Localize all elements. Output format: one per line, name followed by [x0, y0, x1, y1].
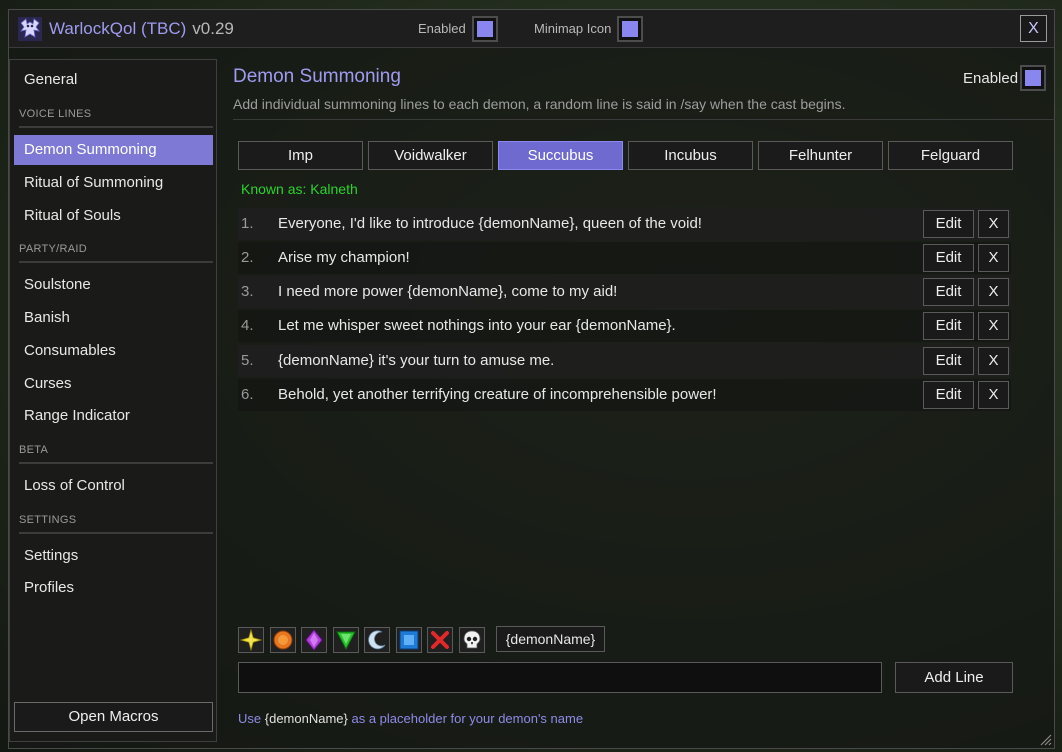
page-description: Add individual summoning lines to each d… — [233, 96, 846, 112]
sidebar-item-range-indicator[interactable]: Range Indicator — [14, 401, 213, 431]
demon-summoning-enabled-checkbox[interactable] — [1020, 65, 1046, 91]
delete-line-button[interactable]: X — [978, 278, 1009, 306]
line-text: Arise my champion! — [278, 249, 410, 266]
page-title: Demon Summoning — [233, 66, 401, 87]
delete-line-button[interactable]: X — [978, 244, 1009, 272]
open-macros-button[interactable]: Open Macros — [14, 702, 213, 732]
resize-grip-icon[interactable] — [1038, 732, 1052, 746]
title-bar[interactable]: WarlockQol (TBC) v0.29 Enabled Minimap Ic… — [9, 10, 1054, 48]
sidebar-item-ritual-of-souls[interactable]: Ritual of Souls — [14, 201, 213, 231]
edit-line-button[interactable]: Edit — [923, 278, 974, 306]
edit-line-button[interactable]: Edit — [923, 244, 974, 272]
sidebar-item-general[interactable]: General — [14, 65, 213, 95]
warlock-logo-icon — [18, 17, 42, 41]
sidebar-item-demon-summoning[interactable]: Demon Summoning — [14, 135, 213, 165]
sidebar: General VOICE LINES Demon Summoning Ritu… — [9, 59, 217, 742]
app-version: v0.29 — [192, 19, 234, 38]
square-icon — [399, 630, 419, 650]
line-text: I need more power {demonName}, come to m… — [278, 283, 618, 300]
sidebar-item-banish[interactable]: Banish — [14, 303, 213, 333]
hint-suffix: as a placeholder for your demon's name — [351, 711, 584, 726]
sidebar-section-settings: SETTINGS — [19, 514, 213, 534]
line-number: 1. — [241, 215, 254, 232]
delete-line-button[interactable]: X — [978, 312, 1009, 340]
addon-window: WarlockQol (TBC) v0.29 Enabled Minimap Ic… — [8, 9, 1055, 749]
line-number: 5. — [241, 352, 254, 369]
tab-voidwalker[interactable]: Voidwalker — [368, 141, 493, 170]
raid-circle-button[interactable] — [270, 627, 296, 653]
star-icon — [240, 629, 262, 651]
hint-placeholder: {demonName} — [264, 711, 348, 726]
minimap-icon-label: Minimap Icon — [534, 21, 612, 36]
raid-moon-button[interactable] — [364, 627, 390, 653]
sidebar-item-ritual-of-summoning[interactable]: Ritual of Summoning — [14, 168, 213, 198]
line-text: {demonName} it's your turn to amuse me. — [278, 352, 555, 369]
raid-diamond-button[interactable] — [301, 627, 327, 653]
skull-icon — [463, 630, 481, 649]
delete-line-button[interactable]: X — [978, 347, 1009, 375]
sidebar-item-curses[interactable]: Curses — [14, 369, 213, 399]
voice-line-row: 3. I need more power {demonName}, come t… — [238, 276, 1011, 308]
raid-cross-button[interactable] — [427, 627, 453, 653]
demon-summoning-enabled-label: Enabled — [963, 70, 1019, 87]
delete-line-button[interactable]: X — [978, 210, 1009, 238]
tab-felhunter[interactable]: Felhunter — [758, 141, 883, 170]
line-text: Let me whisper sweet nothings into your … — [278, 317, 676, 334]
voice-line-row: 5. {demonName} it's your turn to amuse m… — [238, 345, 1011, 377]
edit-line-button[interactable]: Edit — [923, 347, 974, 375]
line-number: 4. — [241, 317, 254, 334]
tab-incubus[interactable]: Incubus — [628, 141, 753, 170]
placeholder-hint: Use {demonName} as a placeholder for you… — [238, 711, 583, 726]
edit-line-button[interactable]: Edit — [923, 312, 974, 340]
edit-line-button[interactable]: Edit — [923, 210, 974, 238]
minimap-icon-checkbox[interactable] — [617, 16, 643, 42]
moon-icon — [368, 630, 386, 650]
voice-line-row: 2. Arise my champion! Edit X — [238, 242, 1011, 274]
add-line-button[interactable]: Add Line — [895, 662, 1013, 693]
line-number: 3. — [241, 283, 254, 300]
sidebar-item-consumables[interactable]: Consumables — [14, 336, 213, 366]
sidebar-section-voice-lines: VOICE LINES — [19, 108, 213, 128]
hint-prefix: Use — [238, 711, 262, 726]
header-divider — [233, 119, 1055, 120]
voice-line-row: 1. Everyone, I'd like to introduce {demo… — [238, 208, 1011, 240]
new-line-input[interactable] — [238, 662, 882, 693]
diamond-icon — [305, 629, 323, 651]
voice-line-row: 4. Let me whisper sweet nothings into yo… — [238, 310, 1011, 342]
sidebar-item-profiles[interactable]: Profiles — [14, 573, 213, 603]
known-as-label: Known as: Kalneth — [241, 181, 358, 197]
circle-icon — [273, 630, 293, 650]
tab-imp[interactable]: Imp — [238, 141, 363, 170]
edit-line-button[interactable]: Edit — [923, 381, 974, 409]
app-name: WarlockQol (TBC) — [49, 19, 187, 38]
enabled-label: Enabled — [418, 21, 466, 36]
triangle-icon — [336, 631, 356, 651]
tab-felguard[interactable]: Felguard — [888, 141, 1013, 170]
delete-line-button[interactable]: X — [978, 381, 1009, 409]
sidebar-item-soulstone[interactable]: Soulstone — [14, 270, 213, 300]
sidebar-section-party-raid: PARTY/RAID — [19, 243, 213, 263]
line-number: 6. — [241, 386, 254, 403]
line-number: 2. — [241, 249, 254, 266]
app-title: WarlockQol (TBC) v0.29 — [49, 19, 234, 39]
cross-icon — [431, 631, 449, 649]
enabled-checkbox[interactable] — [472, 16, 498, 42]
line-text: Behold, yet another terrifying creature … — [278, 386, 717, 403]
line-text: Everyone, I'd like to introduce {demonNa… — [278, 215, 702, 232]
sidebar-item-settings[interactable]: Settings — [14, 541, 213, 571]
sidebar-item-loss-of-control[interactable]: Loss of Control — [14, 471, 213, 501]
sidebar-section-beta: BETA — [19, 444, 213, 464]
raid-star-button[interactable] — [238, 627, 264, 653]
tab-succubus[interactable]: Succubus — [498, 141, 623, 170]
raid-triangle-button[interactable] — [333, 627, 359, 653]
raid-square-button[interactable] — [396, 627, 422, 653]
voice-line-row: 6. Behold, yet another terrifying creatu… — [238, 379, 1011, 411]
demon-name-placeholder-button[interactable]: {demonName} — [496, 626, 605, 652]
close-button[interactable]: X — [1020, 15, 1047, 42]
raid-skull-button[interactable] — [459, 627, 485, 653]
